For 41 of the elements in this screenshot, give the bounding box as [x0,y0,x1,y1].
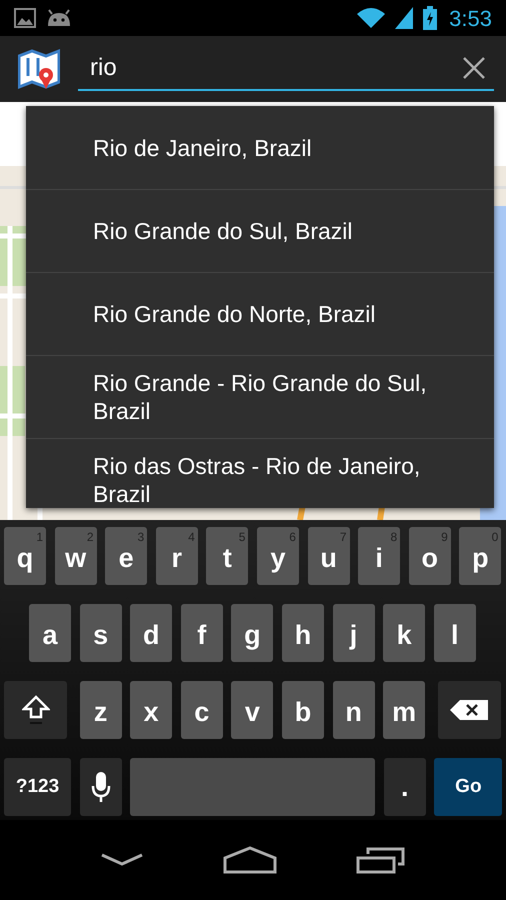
key[interactable]: v [231,681,274,739]
android-icon [46,9,72,27]
suggestion-item[interactable]: Rio Grande - Rio Grande do Sul, Brazil [26,355,494,438]
go-key[interactable]: Go [434,758,502,816]
home-icon[interactable] [222,846,277,874]
key[interactable]: s [80,604,122,662]
key[interactable]: m [383,681,426,739]
key[interactable]: a [29,604,71,662]
period-key[interactable]: . [384,758,426,816]
key[interactable]: k [383,604,426,662]
key[interactable]: n [332,681,375,739]
key[interactable]: f [180,604,223,662]
delete-key[interactable] [438,681,501,739]
key[interactable]: d [130,604,172,662]
recent-apps-icon[interactable] [356,846,406,874]
key[interactable]: l [434,604,476,662]
battery-icon [423,6,438,30]
key[interactable]: g [231,604,274,662]
image-icon [14,8,36,28]
key[interactable]: b [282,681,324,739]
close-icon[interactable] [462,56,486,80]
shift-icon [22,695,50,725]
signal-icon [395,7,414,29]
key[interactable]: h [282,604,324,662]
wifi-icon [357,8,386,28]
key[interactable]: c [180,681,223,739]
suggestion-item[interactable]: Rio Grande do Sul, Brazil [26,189,494,272]
suggestion-item[interactable]: Rio Grande do Norte, Brazil [26,272,494,355]
suggestion-item[interactable]: Rio das Ostras - Rio de Janeiro, Brazil [26,438,494,508]
shift-key[interactable] [4,681,67,739]
key[interactable]: x [130,681,172,739]
suggestion-item[interactable]: Rio de Janeiro, Brazil [26,106,494,189]
symbols-key[interactable]: ?123 [4,758,71,816]
voice-key[interactable] [80,758,122,816]
back-icon[interactable] [100,852,144,868]
map-icon[interactable] [18,48,60,90]
microphone-icon [90,771,111,803]
key[interactable]: j [332,604,375,662]
clock: 3:53 [449,4,492,32]
key[interactable]: z [80,681,122,739]
backspace-icon [450,700,488,720]
